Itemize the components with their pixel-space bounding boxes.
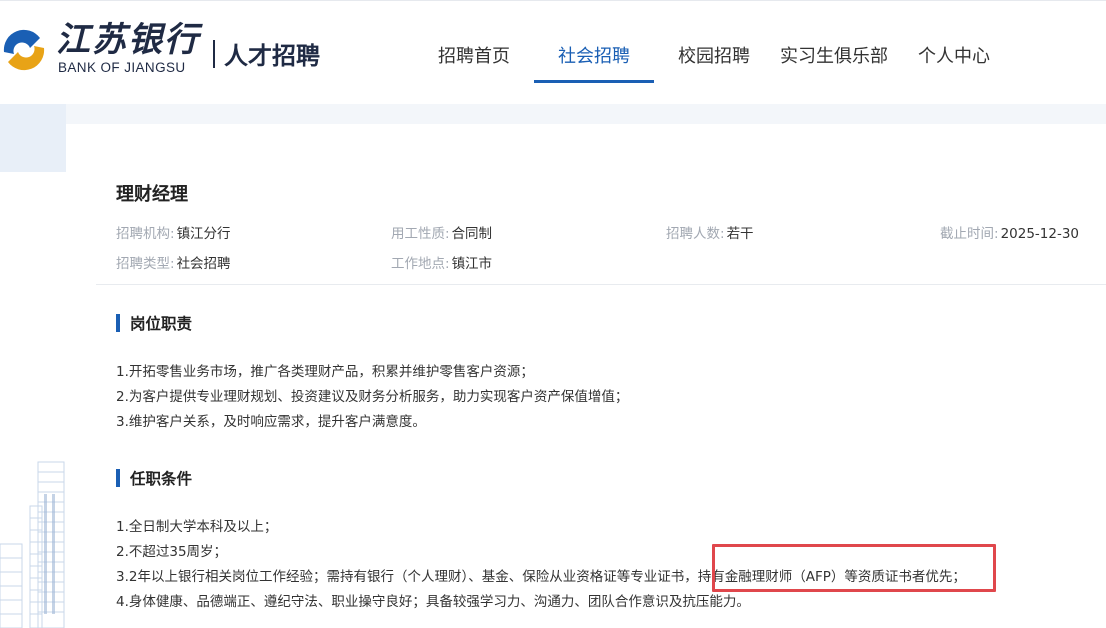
meta-recruit-type: 招聘类型: 社会招聘 xyxy=(116,252,231,272)
logo-divider xyxy=(213,40,215,68)
responsibility-line: 2.为客户提供专业理财规划、投资建议及财务分析服务，助力实现客户资产保值增值； xyxy=(116,389,629,405)
meta-label: 工作地点: xyxy=(391,256,450,272)
meta-value: 社会招聘 xyxy=(176,256,231,272)
meta-value: 镇江市 xyxy=(451,256,493,272)
section-title-requirements: 任职条件 xyxy=(116,467,192,489)
requirement-line: 1.全日制大学本科及以上； xyxy=(116,519,278,535)
responsibility-line: 3.维护客户关系，及时响应需求，提升客户满意度。 xyxy=(116,414,426,430)
nav-active-underline xyxy=(534,80,654,83)
bank-logo-icon xyxy=(3,29,45,71)
section-title-text: 岗位职责 xyxy=(130,315,193,333)
site-header: 江苏银行 BANK OF JIANGSU 人才招聘 招聘首页 社会招聘 校园招聘… xyxy=(0,0,1106,104)
meta-divider xyxy=(96,284,1106,285)
meta-label: 招聘机构: xyxy=(116,226,175,242)
meta-work-location: 工作地点: 镇江市 xyxy=(391,252,492,272)
meta-headcount: 招聘人数: 若干 xyxy=(666,222,754,242)
annotation-highlight-box xyxy=(712,544,996,592)
nav-item-personal-center[interactable]: 个人中心 xyxy=(918,42,990,68)
meta-value: 合同制 xyxy=(451,226,493,242)
meta-value: 2025-12-30 xyxy=(1000,226,1080,242)
meta-recruit-org: 招聘机构: 镇江分行 xyxy=(116,222,231,242)
bank-name-en: BANK OF JIANGSU xyxy=(58,60,186,75)
section-accent-bar xyxy=(116,314,120,332)
meta-label: 用工性质: xyxy=(391,226,450,242)
meta-label: 招聘人数: xyxy=(666,226,725,242)
nav-item-home[interactable]: 招聘首页 xyxy=(438,42,510,68)
meta-value: 镇江分行 xyxy=(176,226,231,242)
requirement-line: 4.身体健康、品德端正、遵纪守法、职业操守良好；具备较强学习力、沟通力、团队合作… xyxy=(116,594,750,610)
section-accent-bar xyxy=(116,469,120,487)
meta-label: 截止时间: xyxy=(940,226,999,242)
header-top-border xyxy=(0,0,1106,1)
city-skyline-illustration xyxy=(0,461,65,628)
side-decoration-pale xyxy=(0,104,66,172)
meta-deadline: 截止时间: 2025-12-30 xyxy=(940,222,1079,242)
site-name: 人才招聘 xyxy=(224,42,320,70)
responsibility-line: 1.开拓零售业务市场，推广各类理财产品，积累并维护零售客户资源； xyxy=(116,364,534,380)
requirement-line: 2.不超过35周岁； xyxy=(116,544,228,560)
bank-logo[interactable]: 江苏银行 BANK OF JIANGSU xyxy=(0,14,200,84)
nav-item-intern-club[interactable]: 实习生俱乐部 xyxy=(780,42,888,68)
job-detail-card: 理财经理 招聘机构: 镇江分行 用工性质: 合同制 招聘人数: 若干 截止时间: 202… xyxy=(66,124,1106,628)
side-decoration xyxy=(0,104,66,628)
nav-item-social-recruit[interactable]: 社会招聘 xyxy=(558,42,630,68)
bank-name-cn: 江苏银行 xyxy=(56,20,200,60)
meta-value: 若干 xyxy=(726,226,754,242)
job-title: 理财经理 xyxy=(116,184,188,205)
section-title-text: 任职条件 xyxy=(130,470,193,488)
nav-item-campus-recruit[interactable]: 校园招聘 xyxy=(678,42,750,68)
meta-label: 招聘类型: xyxy=(116,256,175,272)
meta-employment-type: 用工性质: 合同制 xyxy=(391,222,492,242)
section-title-responsibilities: 岗位职责 xyxy=(116,312,192,334)
